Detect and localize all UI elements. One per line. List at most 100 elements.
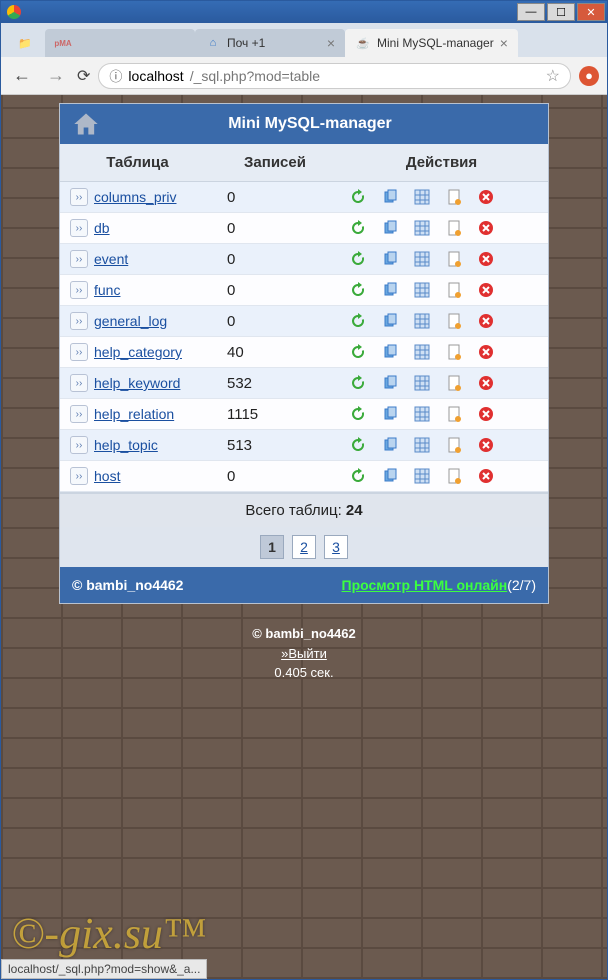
delete-icon[interactable] <box>477 219 495 237</box>
table-name-link[interactable]: help_keyword <box>94 375 180 391</box>
delete-icon[interactable] <box>477 405 495 423</box>
page-button-2[interactable]: 2 <box>292 535 316 559</box>
table-name-link[interactable]: db <box>94 220 110 236</box>
expand-icon[interactable]: ›› <box>70 281 88 299</box>
browse-icon[interactable] <box>413 436 431 454</box>
edit-icon[interactable] <box>445 188 463 206</box>
record-count: 0 <box>221 251 341 268</box>
copy-icon[interactable] <box>381 281 399 299</box>
extension-icon[interactable]: ● <box>579 66 599 86</box>
edit-icon[interactable] <box>445 312 463 330</box>
window-maximize-button[interactable]: ☐ <box>547 3 575 21</box>
home-icon[interactable] <box>70 108 102 140</box>
refresh-icon[interactable] <box>349 188 367 206</box>
bookmark-star-icon[interactable]: ☆ <box>546 66 560 86</box>
tab-mysql-manager[interactable]: ☕ Mini MySQL-manager × <box>345 29 518 57</box>
tab-close-icon[interactable]: × <box>500 35 508 51</box>
copy-icon[interactable] <box>381 250 399 268</box>
delete-icon[interactable] <box>477 281 495 299</box>
edit-icon[interactable] <box>445 219 463 237</box>
totals-label: Всего таблиц: <box>245 502 346 519</box>
reload-button[interactable]: ⟳ <box>77 66 90 86</box>
browse-icon[interactable] <box>413 405 431 423</box>
address-bar[interactable]: ⓘ localhost/_sql.php?mod=table ☆ <box>98 63 571 89</box>
table-name-link[interactable]: help_category <box>94 344 182 360</box>
table-name-link[interactable]: host <box>94 468 120 484</box>
pma-favicon: pMA <box>55 35 71 51</box>
edit-icon[interactable] <box>445 467 463 485</box>
table-name-link[interactable]: help_relation <box>94 406 174 422</box>
delete-icon[interactable] <box>477 250 495 268</box>
copy-icon[interactable] <box>381 405 399 423</box>
window-close-button[interactable]: ✕ <box>577 3 605 21</box>
edit-icon[interactable] <box>445 405 463 423</box>
delete-icon[interactable] <box>477 188 495 206</box>
refresh-icon[interactable] <box>349 281 367 299</box>
copy-icon[interactable] <box>381 467 399 485</box>
table-name-link[interactable]: general_log <box>94 313 167 329</box>
browse-icon[interactable] <box>413 188 431 206</box>
panel-footer: © bambi_no4462 Просмотр HTML онлайн(2/7) <box>60 567 548 603</box>
expand-icon[interactable]: ›› <box>70 188 88 206</box>
refresh-icon[interactable] <box>349 405 367 423</box>
copy-icon[interactable] <box>381 374 399 392</box>
tab-mail[interactable]: ⌂ Поч +1 × <box>195 29 345 57</box>
refresh-icon[interactable] <box>349 374 367 392</box>
footer-link[interactable]: Просмотр HTML онлайн <box>342 577 508 593</box>
table-name-link[interactable]: help_topic <box>94 437 158 453</box>
edit-icon[interactable] <box>445 343 463 361</box>
browse-icon[interactable] <box>413 281 431 299</box>
copy-icon[interactable] <box>381 188 399 206</box>
edit-icon[interactable] <box>445 281 463 299</box>
expand-icon[interactable]: ›› <box>70 374 88 392</box>
browse-icon[interactable] <box>413 467 431 485</box>
refresh-icon[interactable] <box>349 343 367 361</box>
edit-icon[interactable] <box>445 374 463 392</box>
tab-pma[interactable]: pMA <box>45 29 195 57</box>
refresh-icon[interactable] <box>349 312 367 330</box>
expand-icon[interactable]: ›› <box>70 250 88 268</box>
chrome-icon <box>7 5 21 19</box>
expand-icon[interactable]: ›› <box>70 219 88 237</box>
copy-icon[interactable] <box>381 219 399 237</box>
folder-tab-icon[interactable]: 📁 <box>17 35 33 51</box>
expand-icon[interactable]: ›› <box>70 467 88 485</box>
forward-button[interactable]: → <box>43 63 69 88</box>
table-row: ››columns_priv0 <box>60 182 548 213</box>
copy-icon[interactable] <box>381 312 399 330</box>
edit-icon[interactable] <box>445 250 463 268</box>
footer-counter: (2/7) <box>507 577 536 593</box>
copy-icon[interactable] <box>381 436 399 454</box>
logout-link[interactable]: »Выйти <box>1 644 607 664</box>
back-button[interactable]: ← <box>9 63 35 88</box>
delete-icon[interactable] <box>477 374 495 392</box>
below-copyright: © bambi_no4462 <box>1 624 607 644</box>
browse-icon[interactable] <box>413 343 431 361</box>
delete-icon[interactable] <box>477 312 495 330</box>
browse-icon[interactable] <box>413 250 431 268</box>
footer-copyright: © bambi_no4462 <box>72 577 183 593</box>
expand-icon[interactable]: ›› <box>70 405 88 423</box>
expand-icon[interactable]: ›› <box>70 343 88 361</box>
expand-icon[interactable]: ›› <box>70 436 88 454</box>
expand-icon[interactable]: ›› <box>70 312 88 330</box>
refresh-icon[interactable] <box>349 250 367 268</box>
table-name-link[interactable]: func <box>94 282 120 298</box>
table-name-link[interactable]: event <box>94 251 128 267</box>
delete-icon[interactable] <box>477 343 495 361</box>
refresh-icon[interactable] <box>349 467 367 485</box>
refresh-icon[interactable] <box>349 436 367 454</box>
copy-icon[interactable] <box>381 343 399 361</box>
edit-icon[interactable] <box>445 436 463 454</box>
tab-close-icon[interactable]: × <box>327 35 335 51</box>
window-minimize-button[interactable]: — <box>517 3 545 21</box>
page-button-1[interactable]: 1 <box>260 535 284 559</box>
delete-icon[interactable] <box>477 436 495 454</box>
browse-icon[interactable] <box>413 374 431 392</box>
browse-icon[interactable] <box>413 219 431 237</box>
delete-icon[interactable] <box>477 467 495 485</box>
browse-icon[interactable] <box>413 312 431 330</box>
table-name-link[interactable]: columns_priv <box>94 189 176 205</box>
refresh-icon[interactable] <box>349 219 367 237</box>
page-button-3[interactable]: 3 <box>324 535 348 559</box>
